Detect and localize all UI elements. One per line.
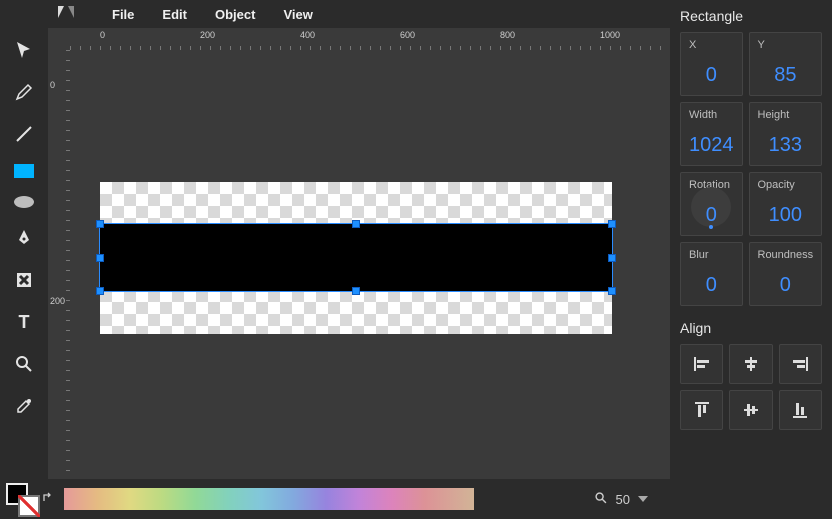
svg-text:T: T <box>19 312 30 332</box>
ruler-h-label: 600 <box>400 30 415 40</box>
prop-opacity[interactable]: Opacity 100 <box>749 172 823 236</box>
prop-height-label: Height <box>758 109 814 121</box>
prop-y[interactable]: Y 85 <box>749 32 823 96</box>
ruler-corner <box>48 28 70 50</box>
prop-width-value[interactable]: 1024 <box>689 134 734 157</box>
canvas[interactable] <box>70 50 670 479</box>
ruler-h-label: 1000 <box>600 30 620 40</box>
zoom-control[interactable]: 50 <box>594 491 648 508</box>
zoom-dropdown-icon[interactable] <box>638 496 648 502</box>
prop-roundness[interactable]: Roundness 0 <box>749 242 823 306</box>
pen-tool[interactable] <box>12 226 36 250</box>
align-left-button[interactable] <box>680 344 723 384</box>
prop-rotation[interactable]: Rotation 0 <box>680 172 743 236</box>
resize-handle-bottom-right[interactable] <box>608 287 616 295</box>
app-logo-icon <box>58 6 74 23</box>
crop-tool[interactable] <box>12 268 36 292</box>
ruler-h-label: 400 <box>300 30 315 40</box>
inspector-title: Rectangle <box>680 8 822 24</box>
prop-y-value[interactable]: 85 <box>758 64 814 87</box>
inspector-panel: Rectangle X 0 Y 85 Width 1024 Height 133… <box>670 0 832 519</box>
rotation-indicator-icon <box>709 225 713 229</box>
menu-object[interactable]: Object <box>215 7 255 22</box>
text-tool[interactable]: T <box>12 310 36 334</box>
prop-y-label: Y <box>758 39 814 51</box>
prop-x[interactable]: X 0 <box>680 32 743 96</box>
eyedropper-tool[interactable] <box>12 394 36 418</box>
prop-opacity-value[interactable]: 100 <box>758 204 814 227</box>
align-top-button[interactable] <box>680 390 723 430</box>
resize-handle-top-left[interactable] <box>96 220 104 228</box>
ruler-v-label: 0 <box>50 80 55 90</box>
resize-handle-top-right[interactable] <box>608 220 616 228</box>
resize-handle-middle-left[interactable] <box>96 254 104 262</box>
prop-blur-label: Blur <box>689 249 734 261</box>
menu-bar: File Edit Object View <box>0 0 670 28</box>
align-grid <box>680 344 822 430</box>
pencil-tool[interactable] <box>12 80 36 104</box>
prop-blur-value[interactable]: 0 <box>689 274 734 297</box>
color-palette[interactable] <box>64 488 474 510</box>
menu-file[interactable]: File <box>112 7 134 22</box>
toolbar: T <box>0 28 48 479</box>
prop-height-value[interactable]: 133 <box>758 134 814 157</box>
ruler-h-label: 800 <box>500 30 515 40</box>
background-swatch-none[interactable] <box>18 495 40 517</box>
ruler-h-label: 0 <box>100 30 105 40</box>
zoom-value[interactable]: 50 <box>616 492 630 507</box>
swap-colors-icon[interactable] <box>42 491 56 508</box>
ruler-h-label: 200 <box>200 30 215 40</box>
move-tool[interactable] <box>12 38 36 62</box>
line-tool[interactable] <box>12 122 36 146</box>
menu-view[interactable]: View <box>283 7 312 22</box>
resize-handle-middle-right[interactable] <box>608 254 616 262</box>
prop-roundness-value[interactable]: 0 <box>758 274 814 297</box>
prop-blur[interactable]: Blur 0 <box>680 242 743 306</box>
rectangle-tool[interactable] <box>14 164 34 178</box>
prop-x-value[interactable]: 0 <box>689 64 734 87</box>
menu-edit[interactable]: Edit <box>162 7 187 22</box>
prop-opacity-label: Opacity <box>758 179 814 191</box>
color-swatches[interactable] <box>6 483 38 515</box>
prop-width[interactable]: Width 1024 <box>680 102 743 166</box>
prop-roundness-label: Roundness <box>758 249 814 261</box>
align-center-v-button[interactable] <box>729 390 772 430</box>
zoom-tool[interactable] <box>12 352 36 376</box>
ellipse-tool[interactable] <box>14 196 34 208</box>
resize-handle-bottom-middle[interactable] <box>352 287 360 295</box>
resize-handle-top-middle[interactable] <box>352 220 360 228</box>
ruler-v-label: 200 <box>50 296 65 306</box>
canvas-stage: 0 200 400 600 800 1000 0 200 <box>48 28 670 479</box>
resize-handle-bottom-left[interactable] <box>96 287 104 295</box>
prop-x-label: X <box>689 39 734 51</box>
prop-width-label: Width <box>689 109 734 121</box>
prop-rotation-value[interactable]: 0 <box>689 204 734 227</box>
align-section-title: Align <box>680 320 822 336</box>
ruler-horizontal: 0 200 400 600 800 1000 <box>70 28 670 50</box>
zoom-icon <box>594 491 608 508</box>
bottom-bar: 50 <box>0 479 670 519</box>
align-bottom-button[interactable] <box>779 390 822 430</box>
align-right-button[interactable] <box>779 344 822 384</box>
prop-rotation-label: Rotation <box>689 179 734 191</box>
prop-height[interactable]: Height 133 <box>749 102 823 166</box>
selected-rectangle[interactable] <box>100 224 612 291</box>
align-center-h-button[interactable] <box>729 344 772 384</box>
ruler-vertical: 0 200 <box>48 50 70 479</box>
